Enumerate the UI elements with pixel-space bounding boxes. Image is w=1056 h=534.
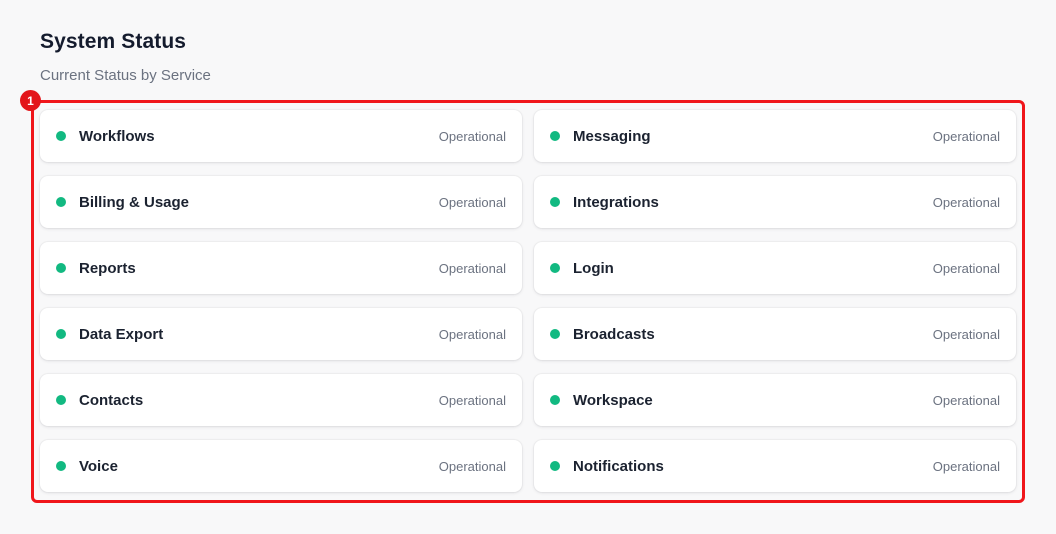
- service-name: Broadcasts: [573, 325, 655, 343]
- page-subtitle: Current Status by Service: [40, 67, 211, 84]
- status-dot-icon: [550, 329, 560, 339]
- status-dot-icon: [56, 197, 66, 207]
- status-dot-icon: [550, 461, 560, 471]
- service-card-contacts: Contacts Operational: [40, 374, 522, 426]
- service-card-integrations: Integrations Operational: [534, 176, 1016, 228]
- service-status: Operational: [438, 260, 506, 276]
- service-name: Reports: [79, 259, 136, 277]
- status-dot-icon: [56, 329, 66, 339]
- service-status-grid: Workflows Operational Messaging Operatio…: [40, 110, 1016, 492]
- service-name: Workflows: [79, 127, 155, 145]
- status-dot-icon: [56, 131, 66, 141]
- service-name: Messaging: [573, 127, 651, 145]
- service-card-billing-usage: Billing & Usage Operational: [40, 176, 522, 228]
- service-card-reports: Reports Operational: [40, 242, 522, 294]
- service-status: Operational: [932, 326, 1000, 342]
- service-status: Operational: [932, 458, 1000, 474]
- status-dot-icon: [550, 395, 560, 405]
- service-name: Login: [573, 259, 614, 277]
- status-dot-icon: [56, 263, 66, 273]
- system-status-page: System Status Current Status by Service …: [0, 0, 1056, 534]
- service-name: Billing & Usage: [79, 193, 190, 211]
- service-card-workflows: Workflows Operational: [40, 110, 522, 162]
- service-card-voice: Voice Operational: [40, 440, 522, 492]
- service-card-broadcasts: Broadcasts Operational: [534, 308, 1016, 360]
- status-dot-icon: [550, 263, 560, 273]
- status-dot-icon: [550, 197, 560, 207]
- service-card-workspace: Workspace Operational: [534, 374, 1016, 426]
- service-name: Notifications: [573, 457, 664, 475]
- service-name: Data Export: [79, 325, 164, 343]
- service-card-data-export: Data Export Operational: [40, 308, 522, 360]
- service-status: Operational: [438, 392, 506, 408]
- status-dot-icon: [56, 461, 66, 471]
- service-card-messaging: Messaging Operational: [534, 110, 1016, 162]
- service-status: Operational: [932, 128, 1000, 144]
- service-status: Operational: [438, 128, 506, 144]
- page-title: System Status: [40, 30, 187, 53]
- service-name: Contacts: [79, 391, 144, 409]
- service-name: Workspace: [573, 391, 653, 409]
- service-card-login: Login Operational: [534, 242, 1016, 294]
- service-status: Operational: [932, 392, 1000, 408]
- service-status: Operational: [438, 326, 506, 342]
- status-dot-icon: [56, 395, 66, 405]
- service-name: Integrations: [573, 193, 659, 211]
- service-card-notifications: Notifications Operational: [534, 440, 1016, 492]
- service-status: Operational: [438, 194, 506, 210]
- service-status: Operational: [932, 260, 1000, 276]
- service-status: Operational: [438, 458, 506, 474]
- service-status: Operational: [932, 194, 1000, 210]
- annotation-marker: 1: [20, 90, 41, 111]
- status-dot-icon: [550, 131, 560, 141]
- service-name: Voice: [79, 457, 118, 475]
